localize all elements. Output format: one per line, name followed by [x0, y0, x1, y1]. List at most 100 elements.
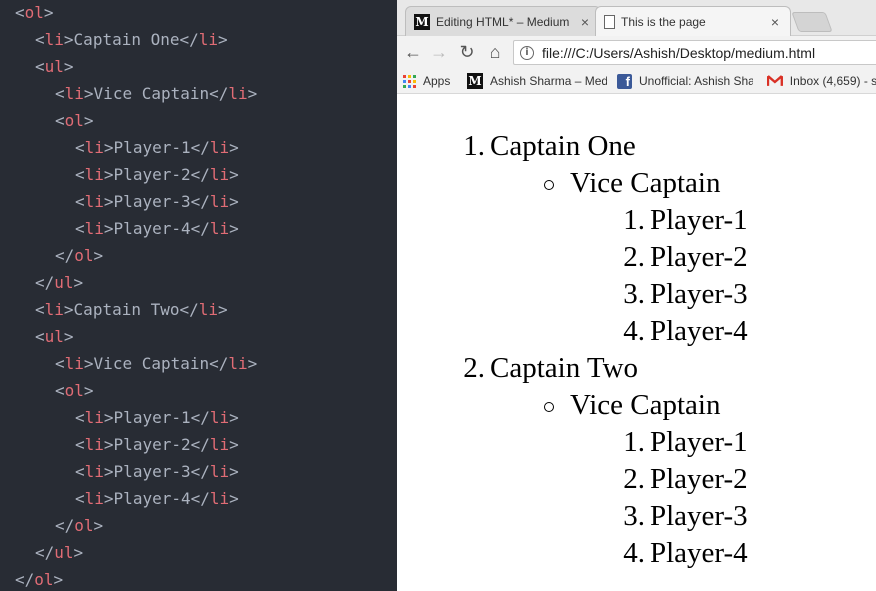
close-icon[interactable]: × [768, 14, 782, 30]
medium-icon: M [414, 13, 430, 30]
tag-name: li [44, 30, 64, 49]
tag-name: li [209, 462, 230, 481]
tag-bracket: > [83, 84, 94, 103]
code-text: Captain Two [73, 300, 180, 319]
tag-bracket: > [103, 138, 114, 157]
list-item-text: Vice Captain [570, 389, 721, 421]
tab-editing-html[interactable]: M Editing HTML* – Medium × [405, 6, 601, 36]
new-tab-button[interactable] [791, 12, 833, 32]
vice-captain-item: Vice Captain [397, 165, 876, 202]
tag-bracket: </ [190, 219, 210, 238]
bookmark-facebook[interactable]: f Unofficial: Ashish Sharma [617, 72, 759, 90]
back-icon[interactable]: ← [403, 42, 423, 62]
tag-name: ol [24, 3, 44, 22]
code-text: Player-4 [113, 489, 191, 508]
tag-name: li [198, 300, 219, 319]
forward-icon[interactable]: → [429, 42, 449, 62]
code-line: <ul> [35, 53, 74, 80]
tag-bracket: > [43, 3, 54, 22]
player-item: 4. Player-4 [397, 313, 876, 350]
reload-icon[interactable]: ↻ [457, 42, 477, 62]
code-line: <li>Player-4</li> [75, 485, 239, 512]
apps-dot [408, 79, 411, 83]
tag-name: li [84, 489, 104, 508]
tag-bracket: < [55, 111, 65, 130]
list-number: 3. [623, 500, 645, 532]
tag-bracket: > [73, 543, 84, 562]
tag-bracket: > [63, 327, 74, 346]
tag-bracket: > [229, 192, 239, 211]
tag-bracket: > [103, 192, 114, 211]
tag-bracket: > [103, 435, 114, 454]
tag-bracket: < [55, 381, 65, 400]
bookmarks-bar: Apps M Ashish Sharma – Medium f Unoffici… [397, 68, 876, 94]
tag-bracket: > [218, 30, 228, 49]
tag-bracket: > [83, 381, 94, 400]
apps-dot [408, 84, 411, 88]
tab-strip: M Editing HTML* – Medium × This is the p… [397, 0, 876, 36]
code-line: <li>Player-2</li> [75, 431, 239, 458]
bookmark-label: Unofficial: Ashish Sharma [639, 74, 753, 88]
code-text: Player-2 [113, 165, 191, 184]
player-item: 2. Player-2 [397, 461, 876, 498]
player-item: 3. Player-3 [397, 498, 876, 535]
tag-name: li [84, 192, 104, 211]
tag-bracket: </ [190, 138, 210, 157]
code-line: <li>Player-3</li> [75, 458, 239, 485]
tag-bracket: < [75, 489, 85, 508]
code-text: Player-1 [113, 408, 191, 427]
tag-bracket: > [63, 30, 74, 49]
list-item-text: Vice Captain [570, 167, 721, 199]
tag-bracket: < [35, 30, 45, 49]
address-text[interactable]: file:///C:/Users/Ashish/Desktop/medium.h… [542, 45, 815, 61]
tag-bracket: </ [190, 435, 210, 454]
tag-name: li [198, 30, 219, 49]
home-icon[interactable]: ⌂ [485, 42, 505, 62]
apps-dot [413, 84, 416, 88]
list-number: 2. [463, 352, 485, 384]
tag-bracket: < [15, 3, 25, 22]
circle-bullet [544, 402, 554, 412]
tag-bracket: < [75, 462, 85, 481]
address-bar[interactable]: i file:///C:/Users/Ashish/Desktop/medium… [513, 40, 876, 65]
tag-name: li [209, 435, 230, 454]
tag-bracket: </ [190, 192, 210, 211]
tag-bracket: > [247, 354, 258, 373]
code-line: </ol> [15, 566, 63, 591]
list-number: 2. [623, 241, 645, 273]
tag-bracket: < [55, 84, 65, 103]
tag-name: ul [44, 57, 64, 76]
list-item-text: Player-1 [650, 426, 748, 458]
code-line: <li>Captain One</li> [35, 26, 228, 53]
tag-bracket: > [103, 408, 114, 427]
close-icon[interactable]: × [578, 14, 592, 30]
tag-name: li [209, 489, 230, 508]
tag-name: ul [54, 273, 74, 292]
tag-bracket: </ [35, 273, 55, 292]
code-editor[interactable]: <ol> <li>Captain One</li> <ul> <li>Vice Cap… [0, 0, 397, 591]
tag-bracket: > [229, 138, 239, 157]
tag-bracket: > [103, 489, 114, 508]
tag-bracket: < [35, 327, 45, 346]
tag-bracket: > [63, 300, 74, 319]
info-icon[interactable]: i [520, 45, 534, 60]
tab-this-is-the-page[interactable]: This is the page × [595, 6, 791, 36]
bookmark-apps[interactable]: Apps [403, 72, 450, 90]
list-item-text: Player-3 [650, 500, 748, 532]
apps-dot [413, 79, 416, 83]
list-item-text: Captain Two [490, 352, 639, 384]
code-text: Player-1 [113, 138, 191, 157]
apps-dot [403, 74, 406, 78]
code-line: <ol> [55, 107, 94, 134]
list-number: 1. [463, 130, 485, 162]
code-text: Player-3 [113, 462, 191, 481]
bookmark-medium[interactable]: M Ashish Sharma – Medium [467, 72, 609, 90]
bookmark-gmail[interactable]: Inbox (4,659) - s [767, 72, 876, 90]
code-text: Player-3 [113, 192, 191, 211]
tag-name: li [209, 219, 230, 238]
tag-bracket: > [103, 462, 114, 481]
tag-bracket: > [229, 462, 239, 481]
list-item-text: Captain One [490, 130, 636, 162]
tag-bracket: > [218, 300, 228, 319]
tab-title: Editing HTML* – Medium [436, 14, 570, 29]
